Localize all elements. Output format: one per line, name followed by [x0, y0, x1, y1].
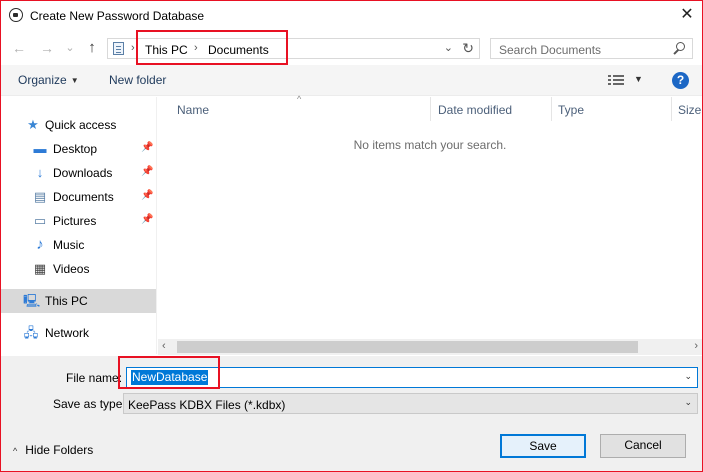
- sidebar-item-music[interactable]: ♪ Music: [1, 233, 156, 257]
- desktop-icon: ▬: [33, 141, 47, 156]
- sidebar-item-label: Network: [45, 326, 90, 340]
- column-header-label: Name: [177, 103, 210, 117]
- download-arrow-icon: ↓: [36, 165, 44, 180]
- title-bar: Create New Password Database ✕: [1, 1, 702, 31]
- cancel-button[interactable]: Cancel: [600, 434, 686, 458]
- organize-label[interactable]: Organize: [18, 73, 67, 87]
- picture-icon: ▭: [33, 213, 47, 228]
- breadcrumb-highlight-box: [136, 30, 288, 65]
- file-name-highlight-box: [118, 356, 220, 389]
- star-icon: ★: [27, 117, 39, 132]
- caret-up-icon[interactable]: ^: [13, 446, 17, 456]
- sidebar-item-pictures[interactable]: ▭ Pictures 📌: [1, 209, 156, 233]
- location-document-icon: [113, 42, 124, 55]
- command-toolbar: Organize ▼ New folder ▼ ?: [1, 65, 702, 96]
- sidebar-item-this-pc[interactable]: 🖳 This PC: [1, 289, 156, 313]
- save-as-type-label: Save as type:: [53, 397, 126, 411]
- help-icon[interactable]: ?: [672, 72, 689, 89]
- horizontal-scrollbar[interactable]: ‹ ›: [158, 339, 702, 355]
- up-folder-arrow-icon[interactable]: ↑: [82, 38, 102, 58]
- pin-icon[interactable]: 📌: [141, 190, 153, 201]
- pin-icon[interactable]: 📌: [141, 166, 153, 177]
- sidebar-item-label: Downloads: [53, 166, 113, 180]
- save-as-type-value[interactable]: KeePass KDBX Files (*.kdbx): [128, 398, 285, 412]
- column-header-label: Date modified: [438, 103, 513, 117]
- scrollbar-thumb[interactable]: [177, 341, 638, 353]
- sidebar-item-label: Desktop: [53, 142, 98, 156]
- back-arrow-icon[interactable]: ←: [9, 38, 29, 58]
- view-options-icon[interactable]: [608, 74, 624, 87]
- file-name-dropdown-chevron-icon[interactable]: ⌄: [684, 371, 692, 382]
- window-title: Create New Password Database: [30, 9, 205, 23]
- network-icon: 🖧: [23, 325, 39, 340]
- document-icon: ▤: [33, 189, 47, 204]
- sidebar-item-label: Pictures: [53, 214, 97, 228]
- sidebar-item-documents[interactable]: ▤ Documents 📌: [1, 185, 156, 209]
- sidebar-item-label: This PC: [45, 294, 88, 308]
- sidebar-item-label: Quick access: [45, 118, 117, 132]
- scroll-left-icon[interactable]: ‹: [162, 340, 166, 352]
- save-options-panel: File name: NewDatabase ⌄ Save as type: K…: [1, 356, 702, 471]
- sidebar-item-videos[interactable]: ▦ Videos: [1, 257, 156, 281]
- file-name-label: File name:: [66, 371, 123, 385]
- view-caret-down-icon[interactable]: ▼: [634, 74, 643, 84]
- search-placeholder[interactable]: Search Documents: [499, 43, 601, 57]
- caret-down-icon[interactable]: ▼: [71, 76, 79, 85]
- navigation-bar: ← → ⌄ ↑ › This PC › Documents ⌄ ↻ Search…: [1, 35, 702, 61]
- save-button[interactable]: Save: [500, 434, 586, 458]
- hide-folders-label[interactable]: Hide Folders: [25, 443, 93, 457]
- refresh-icon[interactable]: ↻: [462, 40, 474, 57]
- sort-ascending-icon: ^: [297, 94, 302, 104]
- column-header-date-modified[interactable]: Date modified: [432, 97, 552, 121]
- save-as-type-chevron-icon[interactable]: ⌄: [684, 397, 692, 408]
- music-note-icon: ♪: [36, 236, 44, 253]
- close-button[interactable]: ✕: [672, 1, 702, 31]
- sidebar-item-desktop[interactable]: ▬ Desktop 📌: [1, 137, 156, 161]
- address-dropdown-chevron-icon[interactable]: ⌄: [444, 41, 453, 54]
- new-folder-button[interactable]: New folder: [109, 73, 166, 87]
- scroll-right-icon[interactable]: ›: [694, 340, 698, 352]
- pin-icon[interactable]: 📌: [141, 142, 153, 153]
- pin-icon[interactable]: 📌: [141, 214, 153, 225]
- column-header-type[interactable]: Type: [552, 97, 672, 121]
- film-icon: ▦: [33, 261, 47, 276]
- recent-locations-chevron-icon[interactable]: ⌄: [60, 38, 80, 58]
- sidebar-item-quick-access[interactable]: ★ Quick access: [1, 113, 156, 137]
- navigation-pane: ★ Quick access ▬ Desktop 📌 ↓ Downloads 📌…: [1, 97, 157, 354]
- empty-folder-message: No items match your search.: [353, 138, 507, 152]
- sidebar-item-label: Videos: [53, 262, 90, 276]
- breadcrumb-separator-icon[interactable]: ›: [131, 42, 135, 54]
- search-box[interactable]: Search Documents: [490, 38, 693, 59]
- save-dialog: Create New Password Database ✕ ← → ⌄ ↑ ›…: [0, 0, 703, 472]
- sidebar-item-label: Documents: [53, 190, 114, 204]
- column-header-size[interactable]: Size: [672, 97, 702, 121]
- sidebar-item-network[interactable]: 🖧 Network: [1, 321, 156, 345]
- search-icon[interactable]: [672, 42, 686, 56]
- column-header-label: Size: [678, 103, 702, 117]
- computer-icon: 🖳: [23, 293, 41, 308]
- sidebar-item-downloads[interactable]: ↓ Downloads 📌: [1, 161, 156, 185]
- save-as-type-select[interactable]: KeePass KDBX Files (*.kdbx) ⌄: [123, 393, 698, 414]
- forward-arrow-icon[interactable]: →: [37, 38, 57, 58]
- hide-folders-toggle[interactable]: ^ Hide Folders: [13, 443, 93, 457]
- sidebar-item-label: Music: [53, 238, 85, 252]
- organize-menu[interactable]: Organize ▼: [18, 73, 79, 87]
- keepass-lock-icon: [9, 8, 23, 22]
- column-header-label: Type: [558, 103, 585, 117]
- file-list: Name ^ Date modified Type Size No items …: [158, 94, 702, 354]
